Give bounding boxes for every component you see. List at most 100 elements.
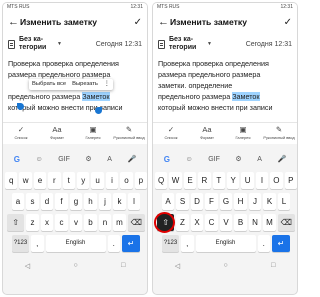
key[interactable]: C [205,214,218,231]
nav-home-icon[interactable]: ○ [223,262,227,269]
translate-icon[interactable]: A [107,156,112,163]
key[interactable]: f [55,193,68,210]
key[interactable]: b [84,214,97,231]
key[interactable]: c [55,214,68,231]
gif-button[interactable]: GIF [208,156,220,163]
key[interactable]: H [234,193,247,210]
emoji-icon[interactable]: ☺ [186,156,193,163]
key[interactable]: N [248,214,262,231]
key[interactable]: y [77,172,90,189]
key[interactable]: Q [154,172,168,189]
key[interactable]: D [190,193,204,210]
save-check-icon[interactable]: ✓ [284,17,292,28]
save-check-icon[interactable]: ✓ [134,17,142,28]
nav-back-icon[interactable]: ◁ [175,262,180,270]
key[interactable]: s [26,193,39,210]
toolbar-gallery[interactable]: ▣ Галерея [229,125,257,140]
key[interactable]: X [190,214,204,231]
toolbar-gallery[interactable]: ▣ Галерея [79,125,107,140]
emoji-icon[interactable]: ☺ [36,156,43,163]
mic-icon[interactable]: 🎤 [277,155,286,163]
key[interactable]: G [219,193,233,210]
selection-handle-end[interactable] [95,107,102,114]
selected-text[interactable]: Заметок [82,92,110,101]
toolbar-format[interactable]: Aa Формат [43,125,71,140]
category-dropdown-icon[interactable]: ▼ [207,41,212,47]
space-key[interactable]: English [195,235,256,252]
comma-key[interactable]: , [31,235,44,252]
toolbar-handwriting[interactable]: ✎ Рукописный ввод [113,125,144,140]
enter-key[interactable]: ↵ [122,235,140,252]
google-icon[interactable]: G [164,155,170,164]
numbers-key[interactable]: ?123 [12,235,29,252]
key[interactable]: I [255,172,269,189]
nav-back-icon[interactable]: ◁ [25,262,30,270]
category-label[interactable]: Без ка-тегории [19,36,55,52]
back-arrow-icon[interactable]: ← [158,16,170,28]
key[interactable]: r [48,172,61,189]
key[interactable]: S [176,193,189,210]
key[interactable]: V [219,214,233,231]
key[interactable]: F [205,193,218,210]
back-arrow-icon[interactable]: ← [8,16,20,28]
backspace-key[interactable]: ⌫ [277,214,295,231]
key[interactable]: l [127,193,141,210]
selected-text[interactable]: Заметок [232,92,260,101]
key[interactable]: W [169,172,182,189]
key[interactable]: Z [176,214,189,231]
key[interactable]: A [161,193,175,210]
key[interactable]: U [241,172,254,189]
key[interactable]: i [105,172,119,189]
key[interactable]: P [284,172,297,189]
mic-icon[interactable]: 🎤 [127,155,136,163]
toolbar-list[interactable]: ✓ Список [157,125,185,140]
category-dropdown-icon[interactable]: ▼ [57,41,62,47]
key[interactable]: p [134,172,147,189]
key[interactable]: e [33,172,47,189]
key[interactable]: M [263,214,276,231]
key[interactable]: n [98,214,112,231]
key[interactable]: K [263,193,276,210]
numbers-key[interactable]: ?123 [162,235,179,252]
key[interactable]: k [113,193,126,210]
period-key[interactable]: . [257,235,270,252]
key[interactable]: m [113,214,126,231]
key[interactable]: E [183,172,197,189]
toolbar-format[interactable]: Aa Формат [193,125,221,140]
period-key[interactable]: . [107,235,120,252]
key[interactable]: O [270,172,283,189]
backspace-key[interactable]: ⌫ [127,214,145,231]
shift-key[interactable]: ⇧ [7,214,25,231]
key[interactable]: J [248,193,262,210]
nav-recent-icon[interactable]: □ [121,262,125,269]
key[interactable]: g [69,193,83,210]
comma-key[interactable]: , [181,235,194,252]
nav-home-icon[interactable]: ○ [73,262,77,269]
key[interactable]: z [26,214,39,231]
category-label[interactable]: Без ка-тегории [169,36,205,52]
key[interactable]: T [212,172,225,189]
key[interactable]: q [4,172,18,189]
google-icon[interactable]: G [14,155,20,164]
note-body[interactable]: Проверка проверка определения размера пр… [153,56,297,122]
key[interactable]: o [120,172,133,189]
selection-handle-start[interactable] [17,103,24,110]
key[interactable]: a [11,193,25,210]
space-key[interactable]: English [45,235,106,252]
select-all-button[interactable]: Выбрать все [32,79,66,90]
nav-recent-icon[interactable]: □ [271,262,275,269]
key[interactable]: t [62,172,75,189]
key[interactable]: B [234,214,247,231]
cut-button[interactable]: Вырезать [72,79,98,90]
settings-icon[interactable]: ⚙ [85,155,91,163]
key[interactable]: u [91,172,104,189]
key[interactable]: v [69,214,83,231]
note-body[interactable]: Проверка проверка определения размера пр… [3,56,147,122]
key[interactable]: d [40,193,54,210]
key[interactable]: Y [227,172,240,189]
toolbar-list[interactable]: ✓ Список [7,125,35,140]
gif-button[interactable]: GIF [58,156,70,163]
enter-key[interactable]: ↵ [272,235,290,252]
key[interactable]: R [198,172,211,189]
translate-icon[interactable]: A [257,156,262,163]
